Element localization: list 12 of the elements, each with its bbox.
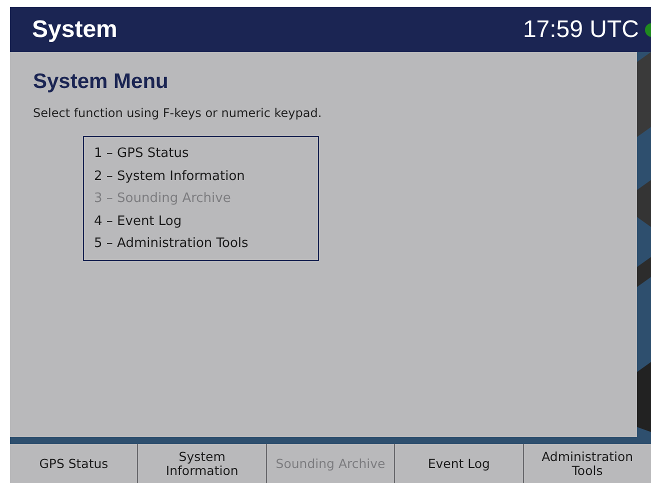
function-key-button[interactable]: System Information (137, 444, 266, 483)
menu-item[interactable]: 2 – System Information (94, 166, 318, 188)
function-key-button[interactable]: Administration Tools (522, 444, 651, 483)
menu-item[interactable]: 1 – GPS Status (94, 143, 318, 166)
clock-time: 17:59 UTC (522, 16, 639, 44)
function-key-button[interactable]: Event Log (394, 444, 523, 483)
menu-item[interactable]: 4 – Event Log (94, 210, 318, 233)
menu-title: System Menu (33, 70, 170, 94)
menu-item[interactable]: 5 – Administration Tools (94, 233, 318, 256)
screen-title: System (32, 16, 118, 44)
instruction-text: Select function using F-keys or numeric keypad. (33, 106, 323, 120)
function-key-button[interactable]: GPS Status (10, 444, 138, 483)
